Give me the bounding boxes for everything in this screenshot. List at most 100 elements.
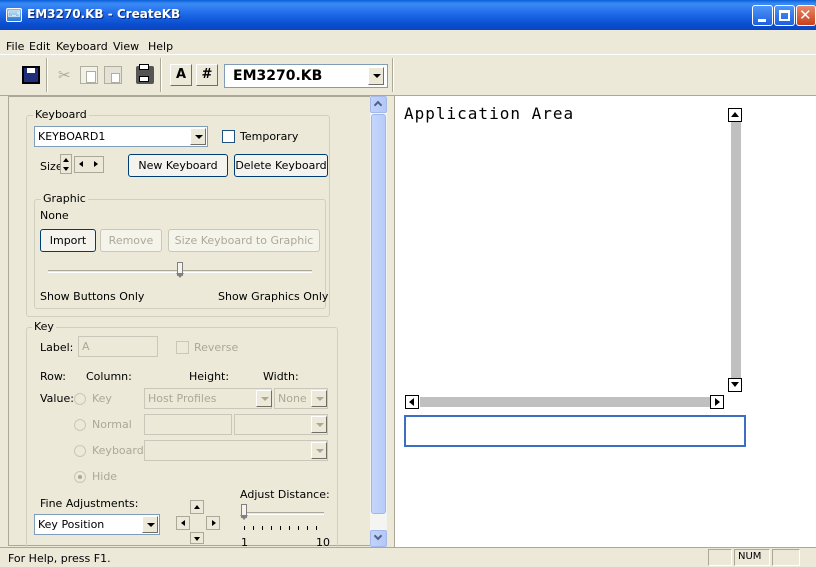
fine-adjustments-value: Key Position xyxy=(38,518,105,531)
value-normal-radio[interactable] xyxy=(74,419,86,431)
key-label-input[interactable]: A xyxy=(78,336,158,357)
label-a-button[interactable]: A xyxy=(170,64,192,86)
value-keyboard-label: Keyboard xyxy=(92,444,144,457)
graphic-slider-thumb[interactable] xyxy=(176,262,184,280)
copy-icon[interactable] xyxy=(80,66,98,84)
toolbar-separator xyxy=(392,58,394,92)
preview-scroll-left-button[interactable] xyxy=(405,395,419,409)
show-graphics-only-label: Show Graphics Only xyxy=(218,290,329,303)
chevron-down-icon xyxy=(373,531,383,541)
status-bar xyxy=(0,547,816,567)
temporary-checkbox[interactable] xyxy=(222,130,235,143)
minimize-button[interactable] xyxy=(752,5,773,26)
maximize-button[interactable] xyxy=(774,5,795,26)
size-vertical-spinner[interactable] xyxy=(60,154,72,174)
value-hide-label: Hide xyxy=(92,470,118,483)
preview-scroll-right-button[interactable] xyxy=(710,395,724,409)
key-group-label: Key xyxy=(32,320,56,333)
key-label-label: Label: xyxy=(40,341,74,354)
graphic-value: None xyxy=(40,209,69,222)
size-keyboard-to-graphic-button[interactable]: Size Keyboard to Graphic xyxy=(168,229,320,252)
fine-adjustments-dropdown-button[interactable] xyxy=(142,516,158,533)
normal-value-dropdown-button[interactable] xyxy=(311,416,327,433)
value-key-label: Key xyxy=(92,392,112,405)
value-key-radio[interactable] xyxy=(74,393,86,405)
fine-adjustments-label: Fine Adjustments: xyxy=(40,497,139,510)
host-profiles-dropdown-button[interactable] xyxy=(256,390,272,407)
scroll-down-button[interactable] xyxy=(370,530,387,547)
scroll-up-button[interactable] xyxy=(370,96,387,113)
keyboard-value-dropdown-button[interactable] xyxy=(311,442,327,459)
menu-help[interactable]: Help xyxy=(148,40,173,53)
keyboard-select-value: KEYBOARD1 xyxy=(38,130,106,143)
menu-edit[interactable]: Edit xyxy=(29,40,50,53)
graphic-group-label: Graphic xyxy=(41,192,88,205)
paste-icon[interactable] xyxy=(104,66,122,84)
menu-file[interactable]: File xyxy=(6,40,24,53)
cut-icon[interactable]: ✂ xyxy=(58,66,76,84)
minimize-icon xyxy=(758,19,766,22)
application-area[interactable] xyxy=(394,96,816,547)
keyboard-app-icon[interactable]: ⌨ xyxy=(6,8,22,22)
column-label: Column: xyxy=(86,370,132,383)
menu-keyboard[interactable]: Keyboard xyxy=(56,40,108,53)
keyboard-group-label: Keyboard xyxy=(33,108,89,121)
row-label: Row: xyxy=(40,370,66,383)
status-pane-scroll xyxy=(772,549,800,566)
preview-scroll-up-button[interactable] xyxy=(728,108,742,122)
adjust-distance-ticks xyxy=(244,526,324,530)
status-pane-caps xyxy=(708,549,732,566)
keyboard-value-select[interactable] xyxy=(144,440,328,461)
scroll-thumb[interactable] xyxy=(371,114,386,514)
keyboard-file-dropdown-button[interactable] xyxy=(368,67,384,85)
value-hide-radio[interactable] xyxy=(74,471,86,483)
close-button[interactable]: ✕ xyxy=(796,5,816,26)
temporary-label: Temporary xyxy=(240,130,299,143)
keyboard-file-combo[interactable]: EM3270.KB xyxy=(224,64,388,88)
size-none-dropdown-button[interactable] xyxy=(311,390,327,407)
show-buttons-only-label: Show Buttons Only xyxy=(40,290,145,303)
value-label: Value: xyxy=(40,392,74,405)
normal-value-input[interactable] xyxy=(144,414,232,435)
adjust-distance-track xyxy=(244,512,324,515)
preview-scroll-down-button[interactable] xyxy=(728,378,742,392)
adjust-down-button[interactable] xyxy=(190,532,204,544)
adjust-distance-label: Adjust Distance: xyxy=(240,488,330,501)
print-icon[interactable] xyxy=(136,64,154,84)
size-none-value: None xyxy=(278,392,307,405)
menu-view[interactable]: View xyxy=(113,40,139,53)
value-keyboard-radio[interactable] xyxy=(74,445,86,457)
preview-input-field[interactable] xyxy=(404,415,746,447)
new-keyboard-button[interactable]: New Keyboard xyxy=(128,154,228,177)
height-label: Height: xyxy=(189,370,230,383)
status-help-text: For Help, press F1. xyxy=(8,552,111,565)
adjust-distance-thumb[interactable] xyxy=(240,504,248,522)
window-title: EM3270.KB - CreateKB xyxy=(27,7,181,21)
keyboard-select[interactable]: KEYBOARD1 xyxy=(34,126,208,147)
status-pane-num: NUM xyxy=(734,549,770,566)
delete-keyboard-button[interactable]: Delete Keyboard xyxy=(234,154,328,177)
reverse-checkbox[interactable] xyxy=(176,341,189,354)
panel-scrollbar[interactable] xyxy=(370,96,387,547)
width-label: Width: xyxy=(263,370,299,383)
adjust-right-button[interactable] xyxy=(206,516,220,530)
value-normal-label: Normal xyxy=(92,418,132,431)
chevron-up-icon xyxy=(373,100,383,110)
adjust-left-button[interactable] xyxy=(176,516,190,530)
key-label-input-value: A xyxy=(82,340,90,353)
toolbar-separator xyxy=(46,58,48,92)
toolbar xyxy=(0,54,816,96)
label-hash-button[interactable]: # xyxy=(196,64,218,86)
reverse-label: Reverse xyxy=(194,341,239,354)
remove-button[interactable]: Remove xyxy=(100,229,162,252)
num-indicator: NUM xyxy=(738,551,762,562)
keyboard-select-dropdown-button[interactable] xyxy=(190,128,206,145)
adjust-up-button[interactable] xyxy=(190,500,204,514)
preview-vertical-scroll-track xyxy=(731,122,741,392)
save-icon[interactable] xyxy=(22,66,40,84)
maximize-icon xyxy=(779,10,790,21)
host-profiles-select[interactable]: Host Profiles xyxy=(144,388,272,409)
close-icon: ✕ xyxy=(799,6,812,24)
import-button[interactable]: Import xyxy=(40,229,96,252)
size-horizontal-spinner[interactable] xyxy=(74,156,104,173)
